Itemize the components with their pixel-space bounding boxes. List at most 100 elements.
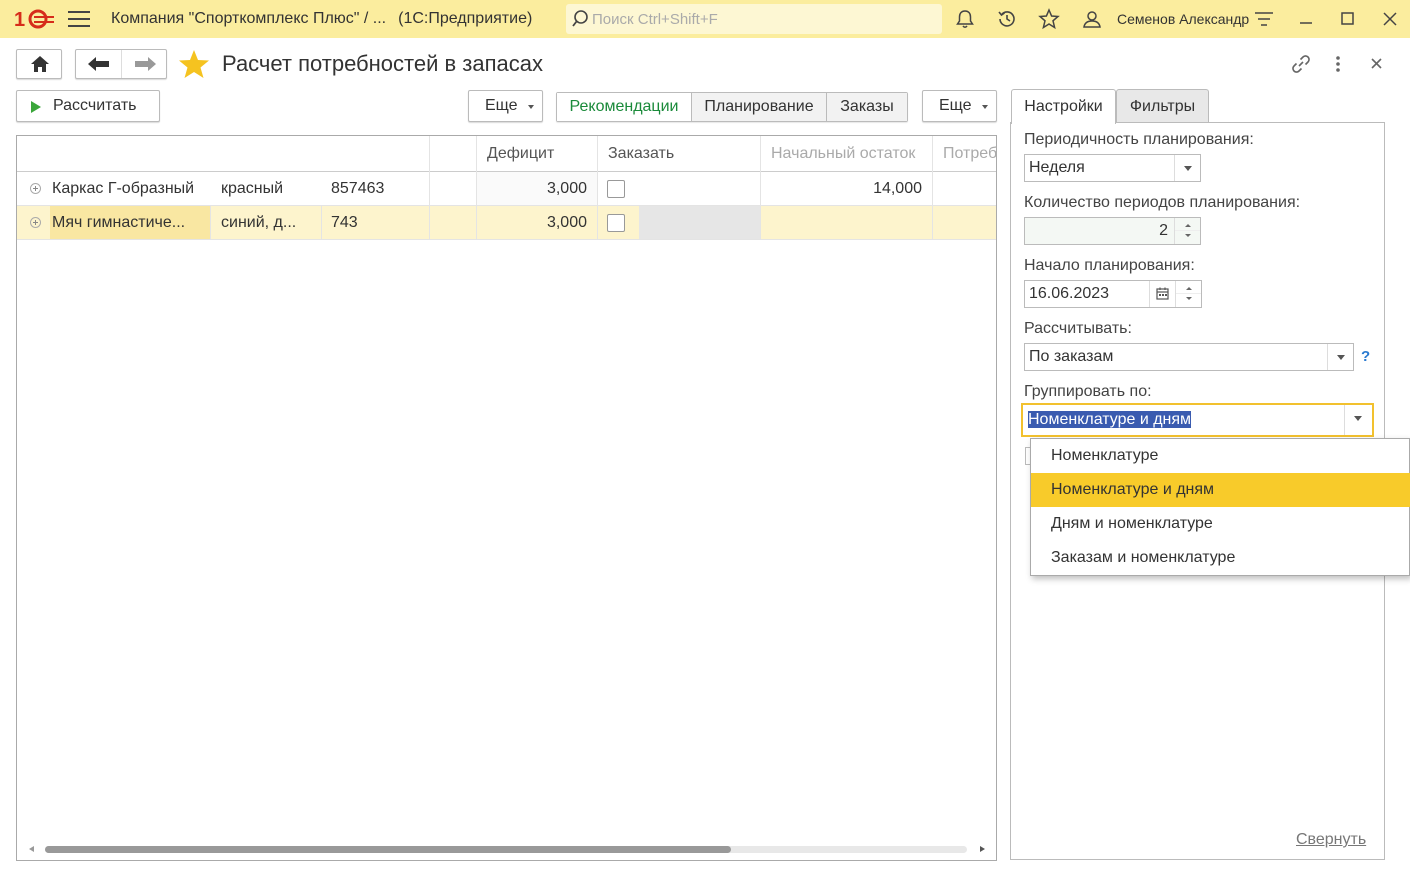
tab-filters[interactable]: Фильтры [1116, 89, 1209, 123]
column-divider [429, 136, 430, 240]
column-header[interactable] [429, 136, 476, 172]
more-button-table[interactable]: Еще [468, 90, 543, 122]
column-header-order[interactable]: Заказать [597, 136, 760, 172]
close-window-icon[interactable] [1379, 8, 1401, 30]
1c-logo-icon[interactable]: 1 [14, 8, 56, 30]
start-date-input[interactable]: 16.06.2023 [1024, 280, 1202, 308]
cell-need: 1 [932, 172, 996, 205]
view-planning[interactable]: Планирование [691, 93, 826, 121]
favorites-star-icon[interactable] [1038, 8, 1060, 30]
periods-input[interactable]: 2 [1024, 217, 1201, 245]
dropdown-option-selected[interactable]: Номенклатуре и дням [1031, 473, 1410, 507]
back-forward-group [75, 49, 167, 79]
home-icon [31, 56, 49, 72]
column-divider [210, 206, 211, 240]
bell-icon[interactable] [954, 8, 976, 30]
back-button[interactable] [76, 50, 121, 78]
scroll-left-icon[interactable] [29, 846, 34, 852]
close-form-icon[interactable] [1366, 53, 1388, 75]
maximize-icon[interactable] [1337, 8, 1359, 30]
start-label: Начало планирования: [1024, 257, 1195, 274]
settings-menu-icon[interactable] [1253, 8, 1275, 30]
app-title: Компания "Спорткомплекс Плюс" / ... (1С:П… [111, 10, 533, 27]
home-button[interactable] [16, 49, 62, 79]
horizontal-scrollbar[interactable] [27, 844, 987, 854]
periodicity-label: Периодичность планирования: [1024, 131, 1254, 148]
cell-need [932, 206, 996, 239]
calendar-icon[interactable] [1149, 281, 1175, 307]
cell-order [597, 206, 639, 239]
global-search[interactable] [566, 4, 942, 34]
chevron-down-icon [528, 105, 534, 109]
periods-label: Количество периодов планирования: [1024, 194, 1301, 211]
minimize-icon[interactable] [1295, 8, 1317, 30]
spin-buttons[interactable] [1175, 281, 1201, 307]
column-divider [932, 136, 933, 240]
favorite-star-icon[interactable] [178, 49, 210, 79]
order-checkbox[interactable] [607, 214, 625, 232]
column-header-deficit[interactable]: Дефицит [476, 136, 597, 172]
view-orders[interactable]: Заказы [826, 93, 907, 121]
more-button-views[interactable]: Еще [922, 90, 997, 122]
group-label: Группировать по: [1024, 383, 1152, 400]
dropdown-option[interactable]: Дням и номенклатуре [1031, 507, 1410, 541]
help-icon[interactable]: ? [1361, 348, 1370, 365]
group-by-select[interactable]: Номенклатуре и дням [1021, 403, 1374, 437]
dropdown-option[interactable]: Заказам и номенклатуре [1031, 541, 1410, 575]
scroll-right-icon[interactable] [980, 846, 985, 852]
cell-name: Мяч гимнастиче... [50, 206, 210, 239]
cell-order [597, 172, 760, 205]
cell-start-balance: 14,000 [873, 179, 922, 197]
cell-start-balance [760, 206, 932, 239]
link-icon[interactable] [1290, 53, 1312, 75]
chevron-down-icon [982, 105, 988, 109]
expand-icon[interactable] [30, 217, 41, 228]
dropdown-option[interactable]: Номенклатуре [1031, 439, 1410, 473]
table-row[interactable]: Мяч гимнастиче... синий, д... 743 3,000 [17, 206, 996, 240]
calc-mode-select[interactable]: По заказам [1024, 343, 1354, 371]
form-title: Расчет потребностей в запасах [222, 51, 544, 76]
view-recommendations[interactable]: Рекомендации [557, 93, 691, 121]
periodicity-select[interactable]: Неделя [1024, 154, 1201, 182]
cell-code: 743 [331, 213, 358, 231]
cell-deficit: 3,000 [546, 213, 587, 231]
table-row[interactable]: Каркас Г-образный красный 857463 3,000 1… [17, 172, 996, 206]
play-icon [31, 101, 41, 113]
search-icon [572, 10, 588, 27]
forward-button[interactable] [120, 50, 167, 78]
user-icon[interactable] [1081, 8, 1103, 30]
arrow-right-icon [134, 57, 156, 71]
more-actions-icon[interactable] [1327, 53, 1349, 75]
cell-attr: синий, д... [221, 213, 297, 231]
cell-order-qty[interactable] [639, 206, 760, 239]
column-divider [321, 206, 322, 240]
user-name[interactable]: Семенов Александр [1117, 11, 1249, 27]
column-header-need[interactable]: Потреб [932, 136, 996, 172]
search-input[interactable] [592, 8, 932, 30]
column-divider [476, 136, 477, 240]
spin-buttons[interactable] [1174, 218, 1200, 244]
history-icon[interactable] [996, 8, 1018, 30]
collapse-link[interactable]: Свернуть [1296, 831, 1366, 849]
svg-text:1: 1 [14, 9, 25, 30]
column-divider [760, 136, 761, 240]
expand-icon[interactable] [30, 183, 41, 194]
cell-name: Каркас Г-образный [52, 179, 195, 197]
arrow-left-icon [88, 57, 109, 71]
tab-settings[interactable]: Настройки [1011, 89, 1116, 124]
chevron-down-icon[interactable] [1174, 155, 1200, 181]
cell-code: 857463 [331, 179, 385, 197]
order-checkbox[interactable] [607, 180, 625, 198]
scroll-thumb[interactable] [45, 846, 731, 853]
cell-attr: красный [221, 179, 284, 197]
chevron-down-icon[interactable] [1327, 344, 1353, 370]
chevron-down-icon[interactable] [1344, 405, 1372, 435]
calc-label: Рассчитывать: [1024, 320, 1132, 337]
group-by-dropdown: Номенклатуре Номенклатуре и дням Дням и … [1030, 438, 1410, 576]
view-switcher: Рекомендации Планирование Заказы [556, 92, 908, 122]
needs-table[interactable]: Дефицит Заказать Начальный остаток Потре… [16, 135, 997, 861]
main-menu-icon[interactable] [68, 11, 90, 27]
column-header-start-balance[interactable]: Начальный остаток [760, 136, 932, 172]
calculate-button[interactable]: Рассчитать [16, 90, 160, 122]
title-bar: 1 Компания "Спорткомплекс Плюс" / ... (1С… [0, 0, 1410, 38]
